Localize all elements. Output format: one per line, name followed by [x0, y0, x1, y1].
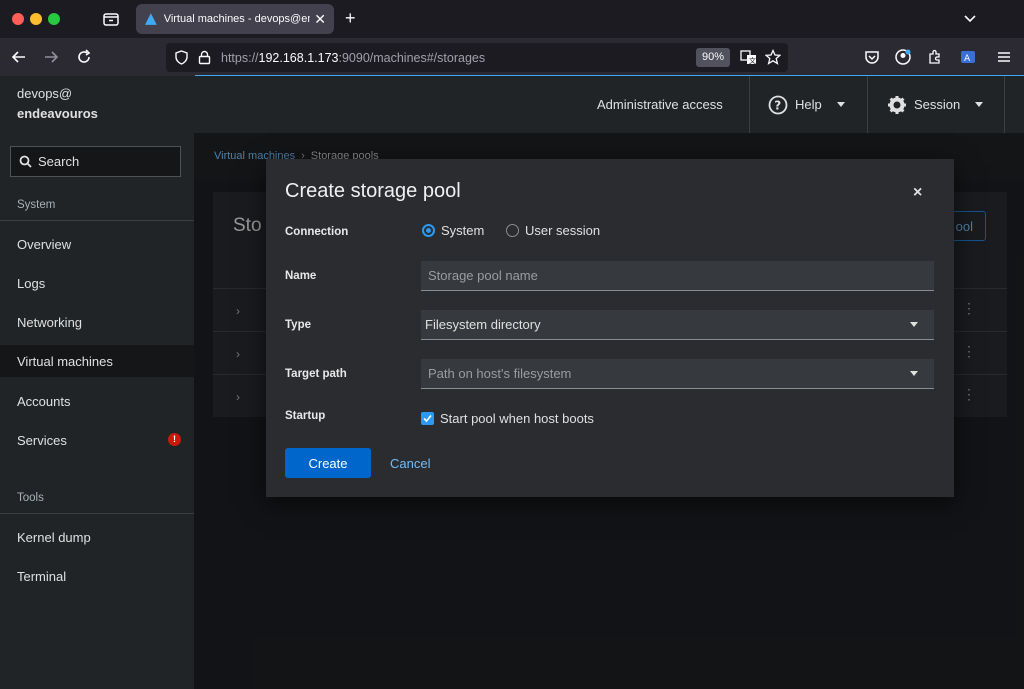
sidebar-item-accounts[interactable]: Accounts — [0, 385, 194, 417]
svg-text:?: ? — [774, 98, 781, 112]
type-label: Type — [285, 319, 311, 331]
back-icon[interactable] — [9, 47, 29, 67]
create-storage-pool-dialog: Create storage pool × Connection System … — [266, 159, 954, 497]
host-switcher[interactable]: devops@ endeavouros — [17, 84, 98, 124]
sidebar-item-overview[interactable]: Overview — [0, 228, 194, 260]
forward-icon[interactable] — [41, 47, 61, 67]
sidebar-item-virtual-machines[interactable]: Virtual machines — [0, 345, 194, 377]
radio-unselected-icon — [506, 224, 519, 237]
close-icon[interactable]: ✕ — [314, 11, 326, 28]
sidebar-item-terminal[interactable]: Terminal — [0, 560, 194, 592]
extensions-icon[interactable] — [925, 47, 945, 67]
svg-text:文: 文 — [749, 56, 756, 65]
start-pool-checkbox[interactable]: Start pool when host boots — [421, 411, 594, 426]
checkbox-checked-icon — [421, 412, 434, 425]
search-label: Search — [38, 154, 80, 169]
connection-user-session-radio[interactable]: User session — [506, 223, 600, 238]
administrative-access-button[interactable]: Administrative access — [597, 76, 723, 133]
reload-icon[interactable] — [74, 47, 94, 67]
plus-icon[interactable]: + — [345, 8, 356, 29]
cancel-button[interactable]: Cancel — [390, 448, 430, 478]
url-bar[interactable]: https://192.168.1.173:9090/machines#/sto… — [166, 43, 788, 72]
connection-system-radio[interactable]: System — [422, 223, 484, 238]
translate-addon-icon[interactable]: A — [958, 47, 978, 67]
startup-label: Startup — [285, 410, 326, 422]
help-menu[interactable]: ? Help — [768, 76, 845, 133]
storage-pool-name-input[interactable]: Storage pool name — [421, 261, 934, 291]
sidebar-item-networking[interactable]: Networking — [0, 306, 194, 338]
search-icon — [19, 155, 32, 168]
caret-down-icon — [910, 371, 918, 376]
dialog-title: Create storage pool — [285, 180, 461, 202]
target-path-label: Target path — [285, 368, 347, 380]
type-select[interactable]: Filesystem directory — [421, 310, 934, 340]
tab-overview-icon[interactable] — [101, 9, 121, 29]
translate-icon[interactable]: 文 — [740, 49, 757, 66]
browser-titlebar: Virtual machines - devops@endeavouros ✕ … — [0, 0, 1024, 38]
host-name: endeavouros — [17, 106, 98, 121]
create-button[interactable]: Create — [285, 448, 371, 478]
close-icon[interactable]: × — [913, 184, 922, 202]
search-input[interactable]: Search — [10, 146, 181, 177]
window-close-button[interactable] — [12, 13, 24, 25]
tab-title: Virtual machines - devops@endeavouros — [163, 13, 311, 25]
account-icon[interactable] — [893, 47, 913, 67]
alert-icon: ! — [168, 433, 181, 446]
caret-down-icon — [910, 322, 918, 327]
endeavour-favicon-icon — [144, 13, 157, 25]
divider — [0, 220, 194, 221]
sidebar-item-kernel-dump[interactable]: Kernel dump — [0, 521, 194, 553]
shield-icon[interactable] — [174, 50, 189, 65]
target-path-input[interactable]: Path on host's filesystem — [421, 359, 934, 389]
help-icon: ? — [768, 95, 788, 114]
menu-icon[interactable] — [994, 47, 1014, 67]
masthead: Administrative access ? Help Session — [194, 76, 1024, 133]
lock-icon[interactable] — [197, 50, 212, 65]
group-tools: Tools — [17, 492, 44, 504]
host-user: devops@ — [17, 86, 73, 101]
name-label: Name — [285, 270, 317, 282]
zoom-badge[interactable]: 90% — [696, 48, 731, 67]
session-menu[interactable]: Session — [887, 76, 984, 133]
star-icon[interactable] — [765, 49, 781, 65]
connection-label: Connection — [285, 226, 349, 238]
svg-text:A: A — [964, 54, 971, 64]
divider — [1004, 76, 1005, 133]
sidebar-item-services[interactable]: Services — [0, 424, 194, 456]
group-system: System — [17, 199, 56, 211]
chevron-down-icon[interactable] — [962, 10, 978, 26]
browser-tab[interactable]: Virtual machines - devops@endeavouros ✕ — [136, 4, 334, 34]
divider — [749, 76, 750, 133]
url-text[interactable]: https://192.168.1.173:9090/machines#/sto… — [221, 51, 485, 65]
caret-down-icon — [836, 102, 845, 107]
gear-icon — [888, 95, 906, 114]
caret-down-icon — [975, 102, 984, 107]
divider — [0, 513, 194, 514]
pocket-icon[interactable] — [862, 47, 882, 67]
window-minimize-button[interactable] — [30, 13, 42, 25]
sidebar-item-logs[interactable]: Logs — [0, 267, 194, 299]
divider — [867, 76, 868, 133]
radio-selected-icon — [422, 224, 435, 237]
window-zoom-button[interactable] — [48, 13, 60, 25]
